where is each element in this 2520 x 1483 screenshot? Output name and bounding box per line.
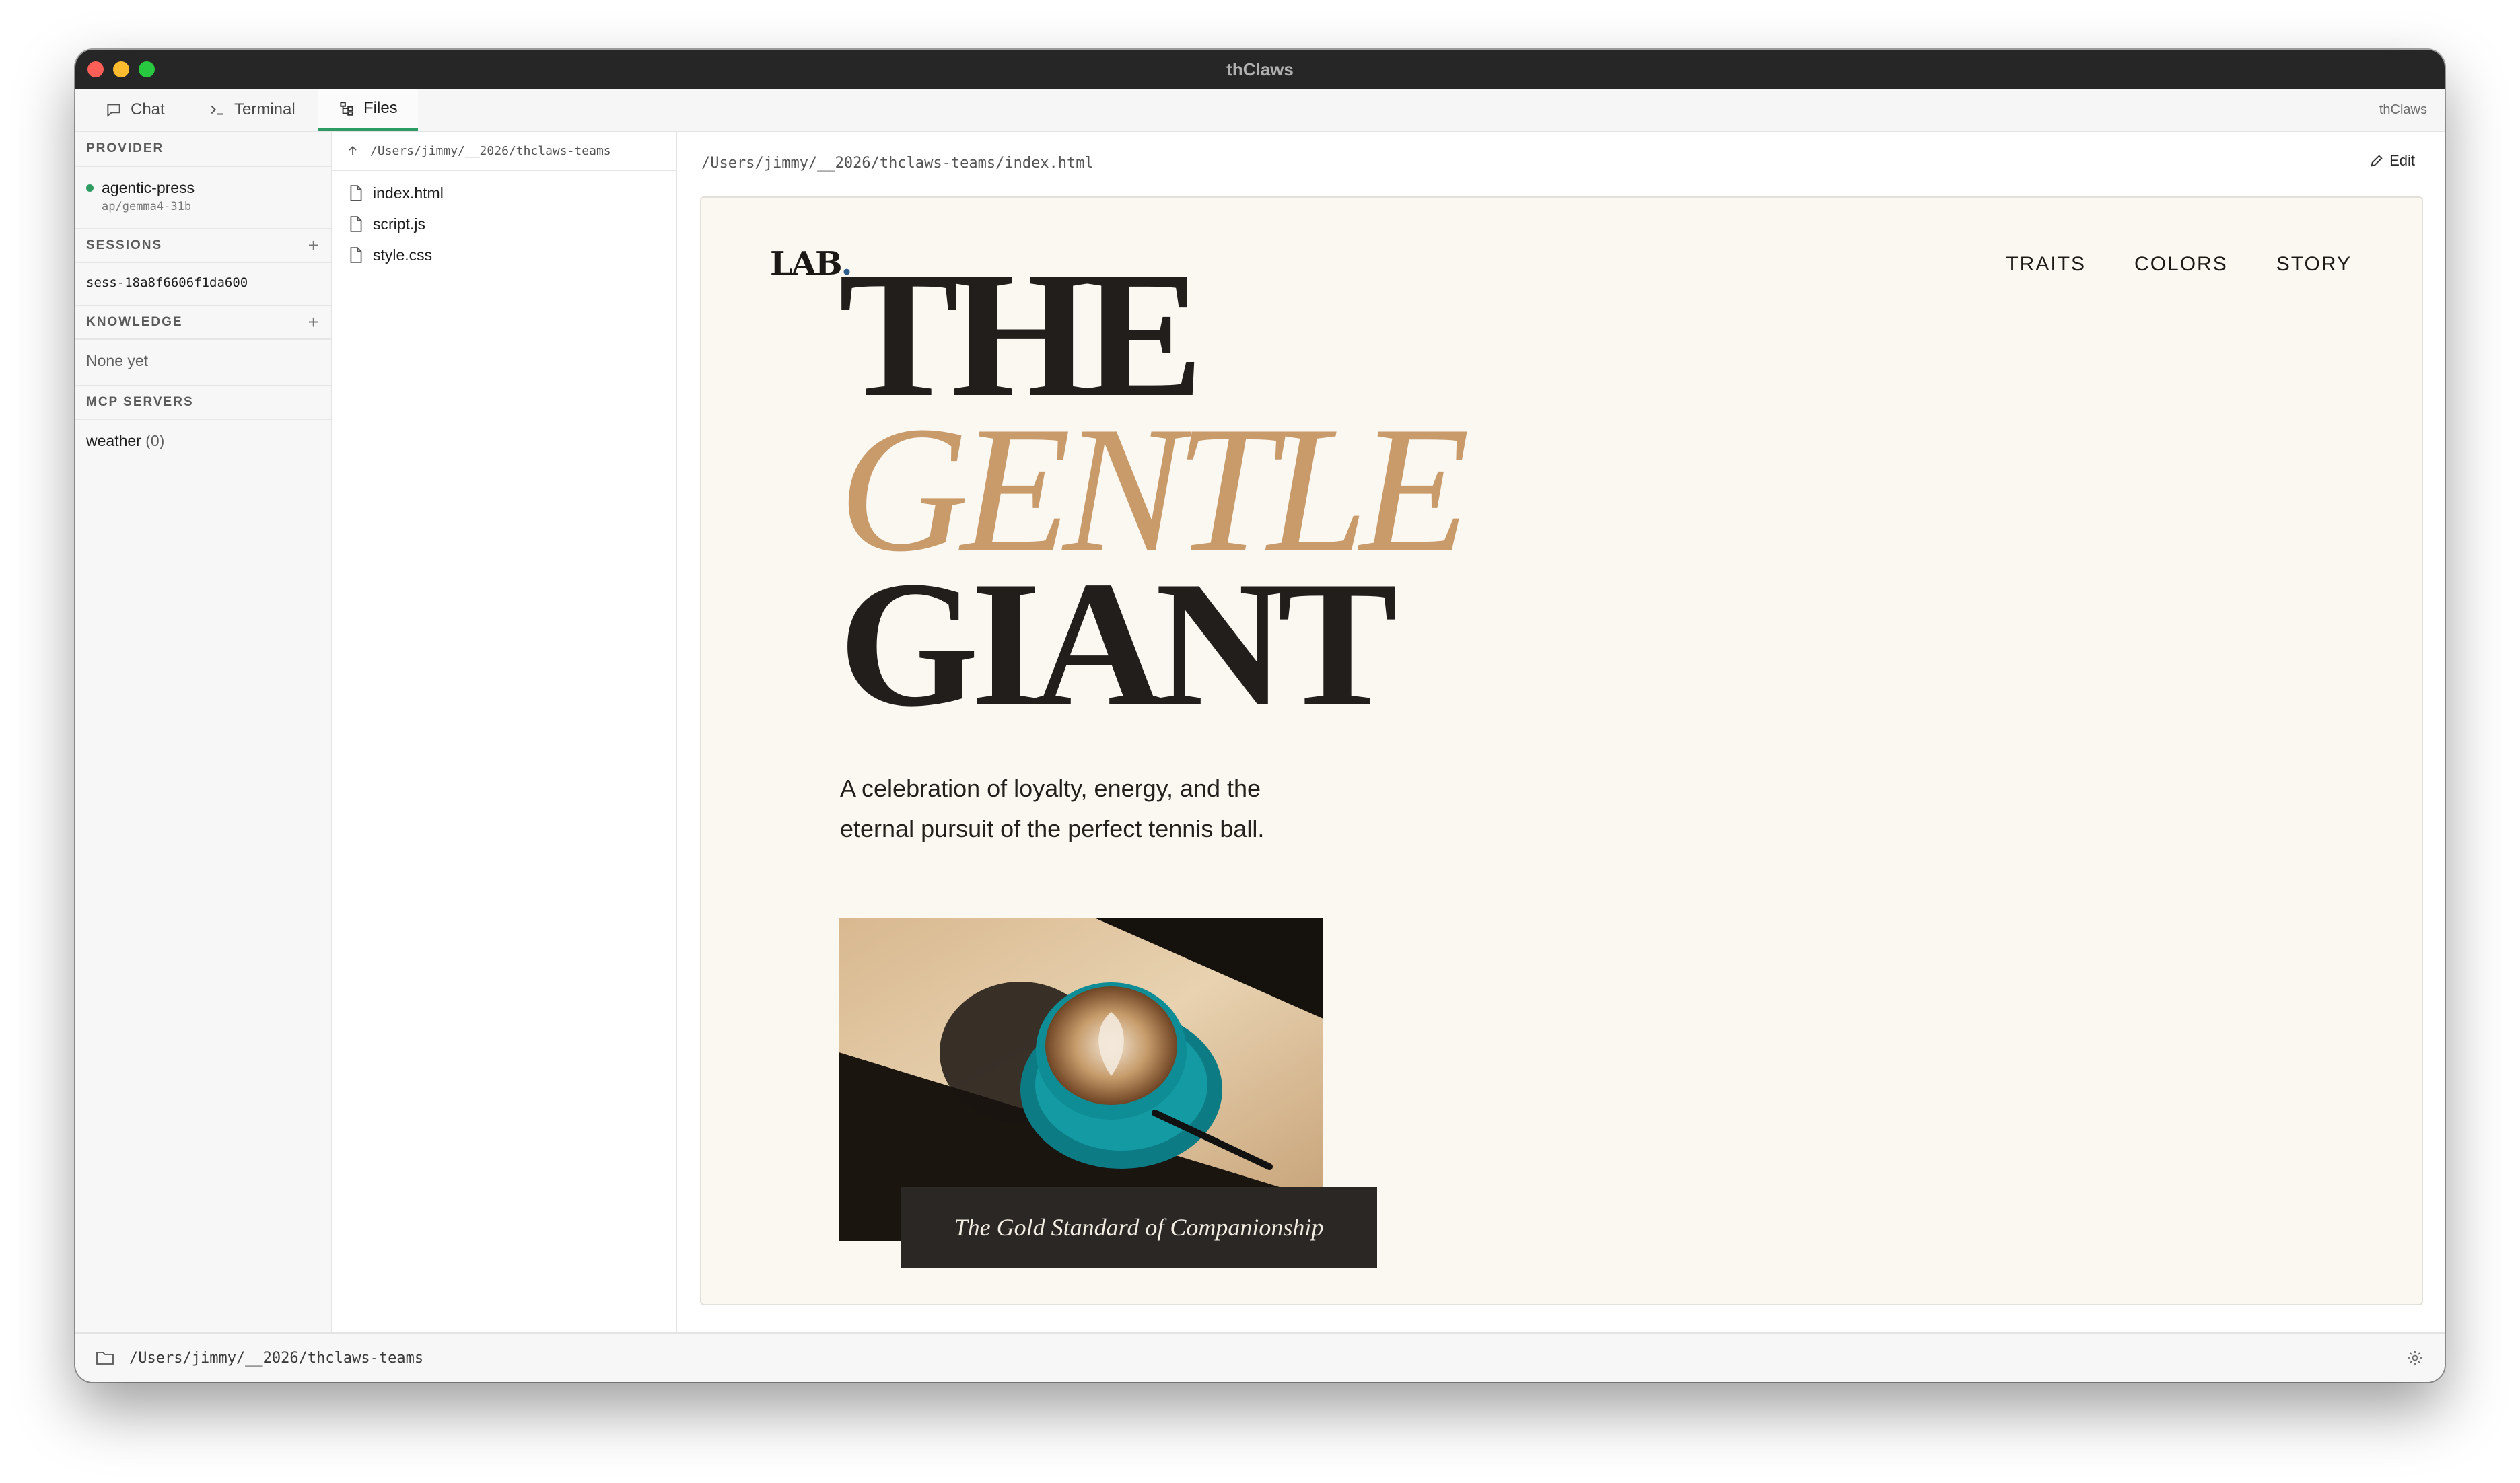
add-knowledge-button[interactable]: + <box>308 312 319 333</box>
provider-status-dot <box>86 184 94 192</box>
provider-model: ap/gemma4-31b <box>102 200 192 213</box>
tab-bar: Chat Terminal Files thClaws <box>75 89 2445 132</box>
site-nav: TRAITS COLORS STORY <box>2006 253 2352 276</box>
tab-terminal-label: Terminal <box>234 100 295 118</box>
status-bar: /Users/jimmy/__2026/thclaws-teams <box>75 1332 2445 1382</box>
file-name: style.css <box>373 246 433 264</box>
title-bar: thClaws <box>75 50 2445 89</box>
mcp-server-item[interactable]: weather (0) <box>86 432 320 450</box>
provider-section: agentic-press ap/gemma4-31b <box>75 167 331 228</box>
file-tree: /Users/jimmy/__2026/thclaws-teams index.… <box>332 132 677 1332</box>
knowledge-heading-label: KNOWLEDGE <box>86 315 183 329</box>
file-item-style[interactable]: style.css <box>332 240 676 270</box>
file-name: script.js <box>373 215 425 233</box>
add-session-button[interactable]: + <box>308 235 319 256</box>
subtitle-line-2: eternal pursuit of the perfect tennis ba… <box>840 815 1265 842</box>
photo-caption: The Gold Standard of Companionship <box>901 1187 1377 1268</box>
tab-chat[interactable]: Chat <box>85 89 185 131</box>
file-tree-dir: /Users/jimmy/__2026/thclaws-teams <box>370 143 611 158</box>
nav-traits[interactable]: TRAITS <box>2006 253 2086 276</box>
folder-icon <box>96 1352 114 1365</box>
session-item[interactable]: sess-18a8f6606f1da600 <box>86 275 320 290</box>
tab-terminal[interactable]: Terminal <box>188 89 316 131</box>
mcp-server-name: weather <box>86 432 141 449</box>
files-icon <box>340 102 353 116</box>
knowledge-section: None yet <box>75 340 331 385</box>
sessions-heading-label: SESSIONS <box>86 238 163 252</box>
file-icon <box>350 247 362 263</box>
hero-line-giant: GIANT <box>839 544 1398 744</box>
current-file-path: /Users/jimmy/__2026/thclaws-teams/index.… <box>701 155 1094 172</box>
tab-chat-label: Chat <box>131 100 165 118</box>
pencil-icon <box>2371 155 2383 167</box>
mcp-heading-label: MCP SERVERS <box>86 395 194 409</box>
nav-colors[interactable]: COLORS <box>2134 253 2228 276</box>
html-preview: LAB. TRAITS COLORS STORY THE GENTLE GIAN… <box>700 196 2423 1305</box>
sessions-heading: SESSIONS + <box>75 228 331 263</box>
tab-files[interactable]: Files <box>318 89 418 131</box>
gear-icon[interactable] <box>2406 1350 2424 1366</box>
subtitle-line-1: A celebration of loyalty, energy, and th… <box>840 774 1261 802</box>
sidebar: PROVIDER agentic-press ap/gemma4-31b SES… <box>75 132 332 1332</box>
sessions-section: sess-18a8f6606f1da600 <box>75 263 331 305</box>
hero-title: THE GENTLE GIANT <box>839 244 1470 744</box>
file-name: index.html <box>373 184 444 202</box>
main-panel: /Users/jimmy/__2026/thclaws-teams/index.… <box>677 132 2445 1332</box>
file-icon <box>350 185 362 201</box>
provider-item[interactable]: agentic-press ap/gemma4-31b <box>86 179 320 213</box>
hero-subtitle: A celebration of loyalty, energy, and th… <box>840 768 1352 849</box>
edit-button[interactable]: Edit <box>2369 152 2415 170</box>
tab-files-label: Files <box>363 99 398 117</box>
file-tree-header: /Users/jimmy/__2026/thclaws-teams <box>332 132 676 171</box>
logo-text: LAB <box>770 245 843 283</box>
chat-icon <box>107 104 120 117</box>
edit-button-label: Edit <box>2389 152 2415 169</box>
file-item-index[interactable]: index.html <box>332 178 676 209</box>
window-title: thClaws <box>1226 59 1294 79</box>
brand-label: thClaws <box>2379 102 2427 117</box>
knowledge-heading: KNOWLEDGE + <box>75 305 331 340</box>
provider-heading-label: PROVIDER <box>86 141 164 155</box>
file-item-script[interactable]: script.js <box>332 209 676 240</box>
provider-heading: PROVIDER <box>75 132 331 167</box>
nav-story[interactable]: STORY <box>2276 253 2352 276</box>
provider-name: agentic-press <box>102 179 195 196</box>
arrow-up-icon[interactable] <box>346 144 359 157</box>
file-icon <box>350 216 362 232</box>
mcp-heading: MCP SERVERS <box>75 385 331 420</box>
knowledge-empty-text: None yet <box>86 352 149 369</box>
terminal-icon <box>211 105 223 115</box>
status-path: /Users/jimmy/__2026/thclaws-teams <box>129 1349 424 1367</box>
app-window: thClaws Chat Terminal Files thClaws PROV… <box>75 50 2445 1382</box>
mcp-server-count: (0) <box>145 432 165 449</box>
mcp-section: weather (0) <box>75 420 331 465</box>
